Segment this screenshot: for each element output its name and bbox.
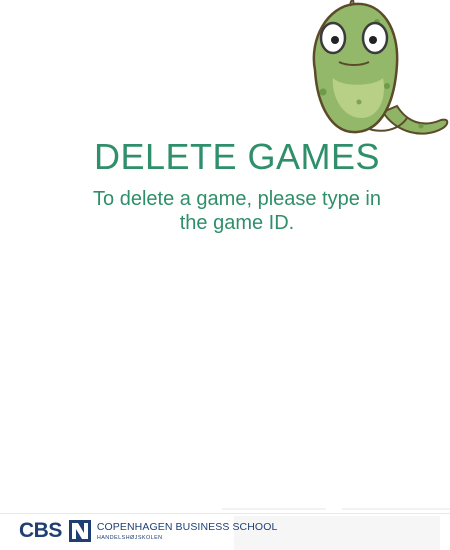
footer-divider-segment [342,508,450,510]
cbs-logo: CBS COPENHAGEN BUSINESS SCHOOL HANDELSHØ… [19,519,277,543]
snake-mascot-icon [312,0,449,135]
cbs-logo-name: COPENHAGEN BUSINESS SCHOOL [96,520,278,533]
delete-games-page: DELETE GAMES To delete a game, please ty… [0,0,450,550]
page-title: DELETE GAMES [93,136,381,177]
footer-divider [0,513,450,514]
instructions-line-2: the game ID. [179,212,295,234]
cbs-logo-abbr: CBS [19,519,62,542]
cbs-logo-text: COPENHAGEN BUSINESS SCHOOL HANDELSHØJSKO… [97,521,278,542]
cbs-logo-subtitle: HANDELSHØJSKOLEN [96,534,163,541]
instructions-text: To delete a game, please type in the gam… [0,187,450,235]
instructions-line-1: To delete a game, please type in [93,188,381,210]
cbs-logo-mark-icon [68,520,91,542]
footer-divider-segment [222,508,326,510]
